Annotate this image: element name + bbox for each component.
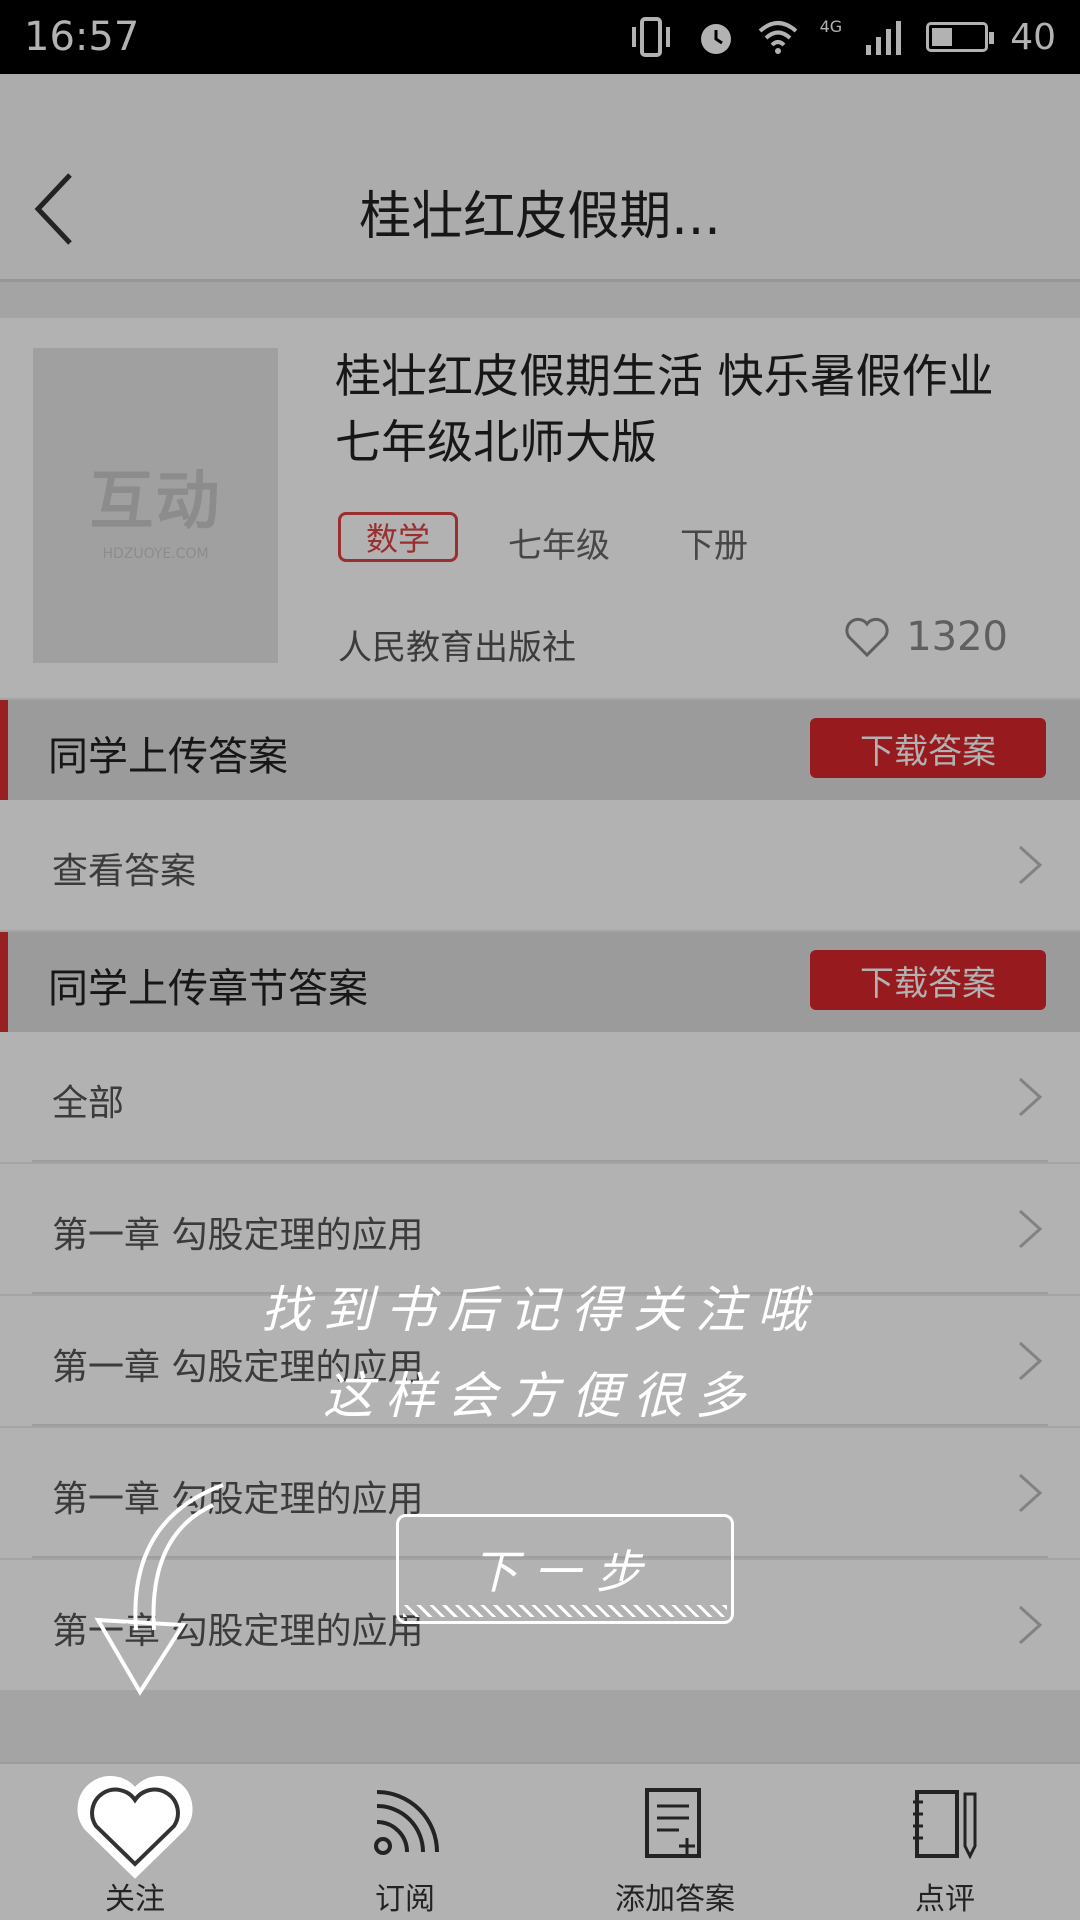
curved-arrow-icon — [94, 1483, 224, 1696]
follow-heart-highlight-icon — [77, 1776, 193, 1879]
next-step-button[interactable]: 下一步 — [396, 1514, 734, 1624]
guide-tip-line2: 这样会方便很多 — [323, 1367, 757, 1425]
guide-tip-line1: 找到书后记得关注哦 — [261, 1281, 819, 1339]
